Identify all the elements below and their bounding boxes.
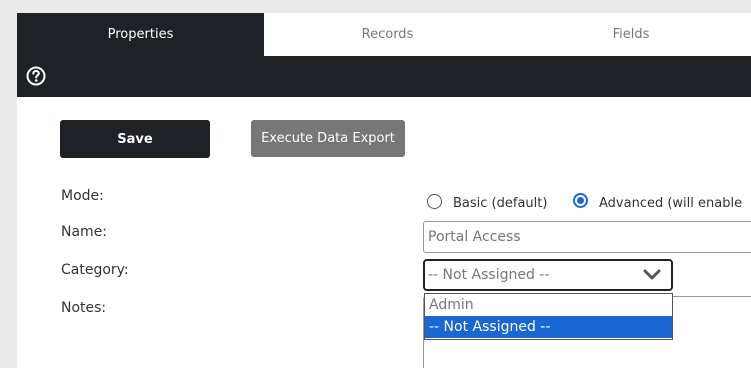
mode-advanced-radio[interactable] [573, 193, 588, 208]
tab-records[interactable]: Records [264, 13, 511, 56]
tab-properties[interactable]: Properties [17, 13, 264, 56]
name-label: Name: [61, 224, 108, 240]
category-label: Category: [61, 262, 129, 278]
mode-advanced-label: Advanced (will enable [599, 196, 743, 211]
chevron-down-icon [643, 269, 661, 280]
name-input[interactable] [423, 221, 751, 253]
mode-basic-radio[interactable] [427, 194, 442, 209]
toolbar [17, 56, 751, 97]
category-dropdown-list: Admin -- Not Assigned -- [424, 293, 673, 340]
tab-bar: Properties Records Fields [17, 13, 751, 56]
tab-fields[interactable]: Fields [511, 13, 751, 56]
category-select[interactable]: -- Not Assigned -- [423, 259, 673, 291]
mode-label: Mode: [61, 188, 104, 204]
mode-basic-label: Basic (default) [453, 196, 548, 211]
category-option-not-assigned[interactable]: -- Not Assigned -- [425, 316, 672, 338]
category-select-value: -- Not Assigned -- [428, 267, 550, 283]
notes-label: Notes: [61, 300, 107, 316]
save-button[interactable]: Save [60, 120, 210, 158]
execute-data-export-button[interactable]: Execute Data Export [251, 120, 405, 157]
question-circle-icon[interactable] [26, 66, 46, 86]
export-editor-panel: Properties Records Fields Save Execute D… [17, 13, 751, 368]
category-option-admin[interactable]: Admin [425, 294, 672, 316]
